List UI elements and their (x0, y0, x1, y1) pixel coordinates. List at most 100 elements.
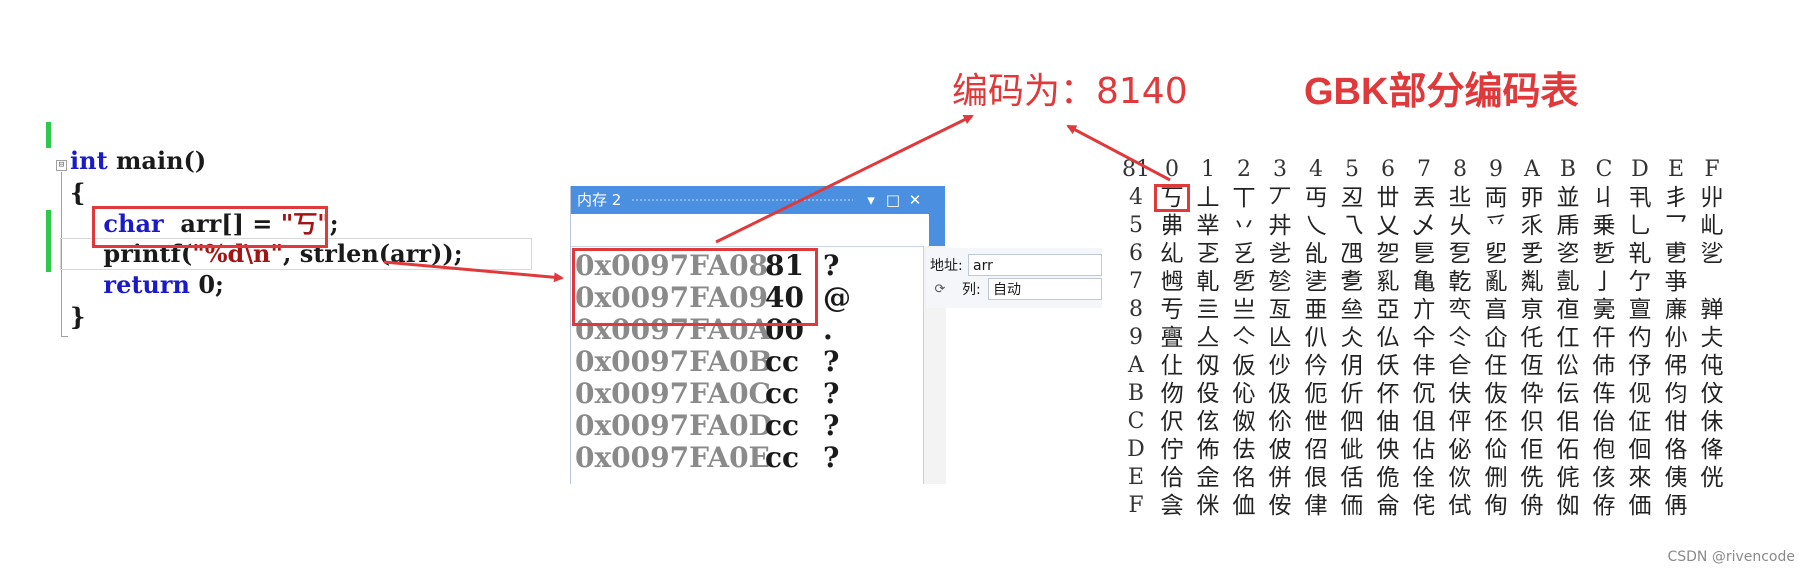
gbk-cell: 佂 (1628, 409, 1652, 435)
gbk-cell: 乂 (1376, 213, 1400, 239)
gbk-cell: 仜 (1556, 325, 1580, 351)
gbk-cell: 仧 (1700, 325, 1724, 351)
gbk-cell: 仹 (1412, 353, 1436, 379)
gbk-cell: 亯 (1484, 297, 1508, 323)
code-line[interactable]: } (70, 302, 85, 332)
memory-row[interactable]: 0x0097FA0B cc? (575, 344, 915, 380)
code-token: { (70, 178, 86, 207)
gbk-cell: 乁 (1340, 213, 1364, 239)
gbk-cell: 佒 (1376, 437, 1400, 463)
gbk-row-header: 4 (1129, 185, 1143, 210)
gbk-row: C伬伭伮伱伳伵伷伹伻伾伿佀佁佂佄佅 (1118, 408, 1730, 436)
gbk-cell: 仴 (1340, 353, 1364, 379)
gbk-cell: 丠 (1448, 185, 1472, 211)
maximize-icon[interactable]: □ (883, 186, 903, 214)
gbk-cell: 侖 (1376, 493, 1400, 519)
gbk-cell: 乧 (1268, 241, 1292, 267)
gbk-cell: 仈 (1304, 325, 1328, 351)
gbk-cell: 亊 (1664, 269, 1688, 295)
gbk-row-header: 9 (1129, 325, 1143, 350)
gbk-cell: 伣 (1628, 381, 1652, 407)
code-keyword: int (70, 146, 108, 175)
gbk-cell: 仱 (1304, 353, 1328, 379)
memory-row[interactable]: 0x0097FA0D cc? (575, 408, 915, 444)
gbk-cell: 乚 (1628, 213, 1652, 239)
gbk-cell: 伬 (1160, 409, 1184, 435)
gbk-cell: 佋 (1304, 437, 1328, 463)
gbk-cell: 乕 (1556, 213, 1580, 239)
address-label: 地址: (930, 258, 963, 274)
change-marker (46, 122, 51, 148)
gbk-cell: 仒 (1448, 325, 1472, 351)
toolbar-overflow-button[interactable] (929, 214, 945, 246)
gbk-column-header: C (1595, 157, 1613, 182)
columns-select[interactable]: 自动 (988, 278, 1102, 300)
gbk-column-header: 0 (1165, 157, 1179, 182)
memory-window: 内存 2 ▾ □ ✕ 0x0097FA08 81? 0x0097FA09 40 @0x0… (570, 186, 947, 484)
memory-address: 0x0097FA0C (575, 377, 771, 410)
memory-byte-value: cc (765, 441, 800, 474)
change-marker (46, 210, 51, 272)
gbk-cell: 丅 (1232, 185, 1256, 211)
gbk-row-header: 8 (1129, 297, 1143, 322)
gbk-cell: 仚 (1484, 325, 1508, 351)
gbk-cell: 侘 (1412, 493, 1436, 519)
gbk-cell: 伕 (1448, 381, 1472, 407)
gbk-column-header: D (1631, 157, 1649, 182)
gbk-cell: 亹 (1160, 325, 1184, 351)
gbk-row: F侌侎侐侒侓侕侖侘侙侚侜侞侟価侢 (1118, 492, 1730, 520)
gbk-cell: 乶 (1664, 241, 1688, 267)
memory-byte-value: cc (765, 409, 800, 442)
refresh-icon[interactable]: ⟳ (932, 282, 948, 298)
gbk-cell: 佢 (1520, 437, 1544, 463)
gbk-column-header: F (1704, 157, 1720, 182)
gbk-cell: 亞 (1376, 297, 1400, 323)
gbk-column-header: 2 (1237, 157, 1251, 182)
gbk-cell: 佮 (1160, 465, 1184, 491)
close-icon[interactable]: ✕ (905, 186, 925, 214)
gbk-cell: 伝 (1556, 381, 1580, 407)
gbk-cell: 亴 (1592, 297, 1616, 323)
code-line[interactable]: { (70, 178, 85, 208)
gbk-cell: 來 (1628, 465, 1652, 491)
memory-row[interactable]: 0x0097FA0E cc? (575, 440, 915, 476)
dropdown-icon[interactable]: ▾ (861, 186, 881, 214)
gbk-row: 4丂丄丅丆丏丒丗丟丠両丣並丩丮丯丱 (1118, 184, 1730, 212)
code-line[interactable]: int main() (70, 146, 206, 176)
gbk-cell: 侙 (1448, 493, 1472, 519)
gbk-cell: 亖 (1196, 297, 1220, 323)
gbk-cell: 佷 (1304, 465, 1328, 491)
gbk-cell: 乮 (1484, 241, 1508, 267)
gbk-cell: 伒 (1340, 381, 1364, 407)
memory-window-titlebar[interactable]: 内存 2 ▾ □ ✕ (571, 186, 945, 214)
gbk-cell: 伵 (1340, 409, 1364, 435)
gbk-cell: 丩 (1592, 185, 1616, 211)
gbk-cell: 侟 (1592, 493, 1616, 519)
gbk-cell: 伃 (1628, 353, 1652, 379)
collapse-icon[interactable]: ⊟ (56, 160, 67, 171)
gbk-cell: 乣 (1160, 241, 1184, 267)
memory-char: ? (823, 409, 840, 442)
memory-row[interactable]: 0x0097FA0C cc? (575, 376, 915, 412)
code-line[interactable]: return 0; (70, 270, 223, 300)
gbk-cell: 丮 (1628, 185, 1652, 211)
gbk-cell: 乫 (1376, 241, 1400, 267)
gbk-cell: 乨 (1304, 241, 1328, 267)
gbk-cell: 佭 (1700, 437, 1724, 463)
gbk-cell: 伅 (1700, 353, 1724, 379)
gbk-cell: 佔 (1412, 437, 1436, 463)
gbk-cell: 亁 (1448, 269, 1472, 295)
fold-guide-end (61, 336, 68, 337)
memory-char: ? (823, 345, 840, 378)
gbk-row: 6乣乤乥乧乨乪乫乬乭乮乯乲乴乵乶乷 (1118, 240, 1730, 268)
gbk-cell: 丱 (1700, 185, 1724, 211)
gbk-cell: 価 (1628, 493, 1652, 519)
code-token: ; (329, 209, 339, 238)
gbk-column-header: 5 (1345, 157, 1359, 182)
gbk-encoding-table: 81 0 1 2 3 4 5 6 7 8 9 A B C D E F 4丂丄丅丆丏丒丗丟丠両丣並丩丮丯丱5丳丵丷… (1118, 156, 1730, 520)
gbk-cell: 仐 (1412, 325, 1436, 351)
address-input[interactable]: arr (968, 254, 1102, 276)
gbk-cell: 伌 (1304, 381, 1328, 407)
gbk-cell: 亅 (1592, 269, 1616, 295)
gbk-cell: 亰 (1520, 297, 1544, 323)
